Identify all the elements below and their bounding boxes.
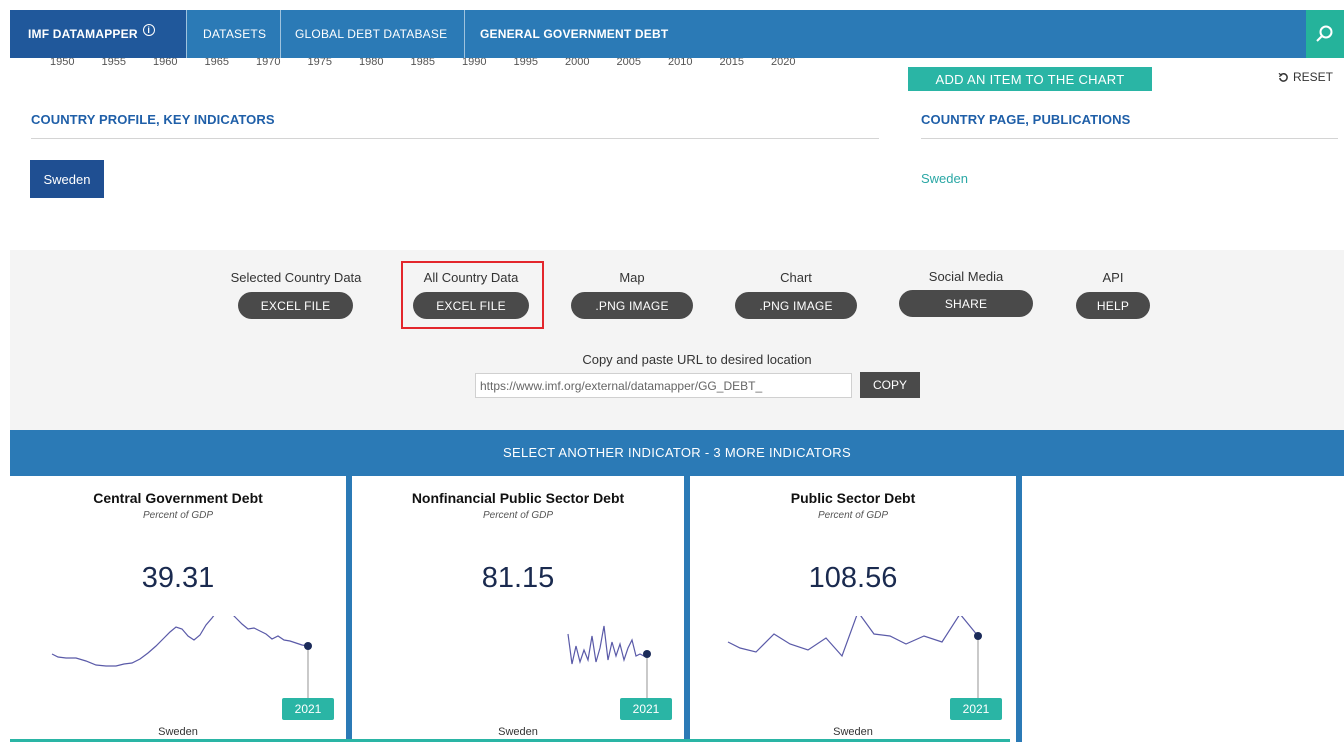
timeline-year-label: 2005 (616, 58, 641, 68)
indicator-card-public-sector-debt[interactable]: Public Sector Debt Percent of GDP 108.56… (690, 476, 1016, 742)
card-title: Central Government Debt (93, 490, 263, 506)
add-item-button[interactable]: ADD AN ITEM TO THE CHART (908, 67, 1152, 91)
export-panel (10, 250, 1344, 430)
share-url-input[interactable] (475, 373, 852, 398)
latest-point (643, 650, 651, 658)
timeline-year-label: 1965 (204, 58, 229, 68)
divider (31, 138, 879, 139)
nav-divider (464, 10, 465, 58)
timeline-year-label: 2000 (565, 58, 590, 68)
chart-png-button[interactable]: .PNG IMAGE (735, 292, 857, 319)
card-value: 39.31 (141, 562, 215, 594)
country-sweden-link[interactable]: Sweden (921, 171, 968, 186)
timeline-year-label: 1955 (101, 58, 126, 68)
timeline-year-label: 1995 (513, 58, 538, 68)
indicator-card-central-government-debt[interactable]: Central Government Debt Percent of GDP 3… (10, 476, 346, 742)
card-country: Sweden (498, 726, 538, 738)
timeline-year-label: 1960 (153, 58, 178, 68)
publications-title: COUNTRY PAGE, PUBLICATIONS (921, 112, 1131, 127)
select-indicator-banner[interactable]: SELECT ANOTHER INDICATOR - 3 MORE INDICA… (10, 430, 1344, 474)
card-country: Sweden (833, 726, 873, 738)
brand-link[interactable]: IMF DATAMAPPER i (10, 10, 186, 58)
sparkline-path (567, 625, 648, 665)
nav-divider (280, 10, 281, 58)
card-subtitle: Percent of GDP (817, 510, 889, 521)
top-navigation: IMF DATAMAPPER i DATASETS GLOBAL DEBT DA… (10, 10, 1344, 58)
timeline-year-label: 1985 (410, 58, 435, 68)
nav-global-debt-database[interactable]: GLOBAL DEBT DATABASE (295, 10, 447, 58)
latest-point (974, 632, 982, 640)
card-value: 81.15 (481, 562, 555, 594)
card-country: Sweden (158, 726, 198, 738)
card-title: Nonfinancial Public Sector Debt (411, 490, 625, 506)
search-button[interactable] (1306, 10, 1344, 58)
timeline-year-label: 1950 (50, 58, 75, 68)
indicator-card-nonfinancial-public-sector-debt[interactable]: Nonfinancial Public Sector Debt Percent … (352, 476, 684, 742)
api-help-button[interactable]: HELP (1076, 292, 1150, 319)
timeline-year-label: 2015 (719, 58, 744, 68)
year-badge: 2021 (282, 698, 334, 720)
divider (921, 138, 1338, 139)
export-label-api: API (1102, 270, 1124, 285)
timeline-year-label: 1970 (256, 58, 281, 68)
url-label: Copy and paste URL to desired location (582, 352, 812, 367)
timeline-year-label: 2010 (668, 58, 693, 68)
nav-general-government-debt[interactable]: GENERAL GOVERNMENT DEBT (480, 10, 668, 58)
year-badge: 2021 (950, 698, 1002, 720)
card-subtitle: Percent of GDP (142, 510, 214, 521)
export-label-map: Map (619, 270, 645, 285)
nav-datasets[interactable]: DATASETS (203, 10, 266, 58)
latest-point (304, 642, 312, 650)
country-sweden-button[interactable]: Sweden (30, 160, 104, 198)
card-title: Public Sector Debt (790, 490, 916, 506)
brand-label: IMF DATAMAPPER (28, 27, 138, 41)
export-label-social-media: Social Media (928, 269, 1004, 284)
map-png-button[interactable]: .PNG IMAGE (571, 292, 693, 319)
year-badge: 2021 (620, 698, 672, 720)
timeline-year-label: 1980 (359, 58, 384, 68)
export-label-chart: Chart (780, 270, 812, 285)
timeline-year-label: 1975 (307, 58, 332, 68)
share-button[interactable]: SHARE (899, 290, 1033, 317)
timeline-year-label: 1990 (462, 58, 487, 68)
info-icon[interactable]: i (142, 24, 155, 36)
timeline-years[interactable]: 1950 1955 1960 1965 1970 1975 1980 1985 1990 1995… (50, 58, 850, 72)
indicator-card-empty (1022, 476, 1344, 742)
country-profile-title: COUNTRY PROFILE, KEY INDICATORS (31, 112, 275, 127)
sparkline-path (51, 616, 309, 667)
copy-button[interactable]: COPY (860, 372, 920, 398)
selected-country-excel-button[interactable]: EXCEL FILE (238, 292, 353, 319)
card-subtitle: Percent of GDP (482, 510, 554, 521)
nav-divider (186, 10, 187, 58)
reset-button[interactable]: RESET (1278, 70, 1333, 84)
reset-icon (1278, 72, 1288, 82)
timeline-year-label: 2020 (771, 58, 796, 68)
card-value: 108.56 (808, 562, 898, 594)
reset-label: RESET (1293, 70, 1334, 84)
highlight-annotation (401, 261, 544, 329)
sparkline-path (727, 616, 979, 658)
search-icon (1316, 25, 1333, 42)
export-label-selected-country: Selected Country Data (230, 270, 362, 285)
